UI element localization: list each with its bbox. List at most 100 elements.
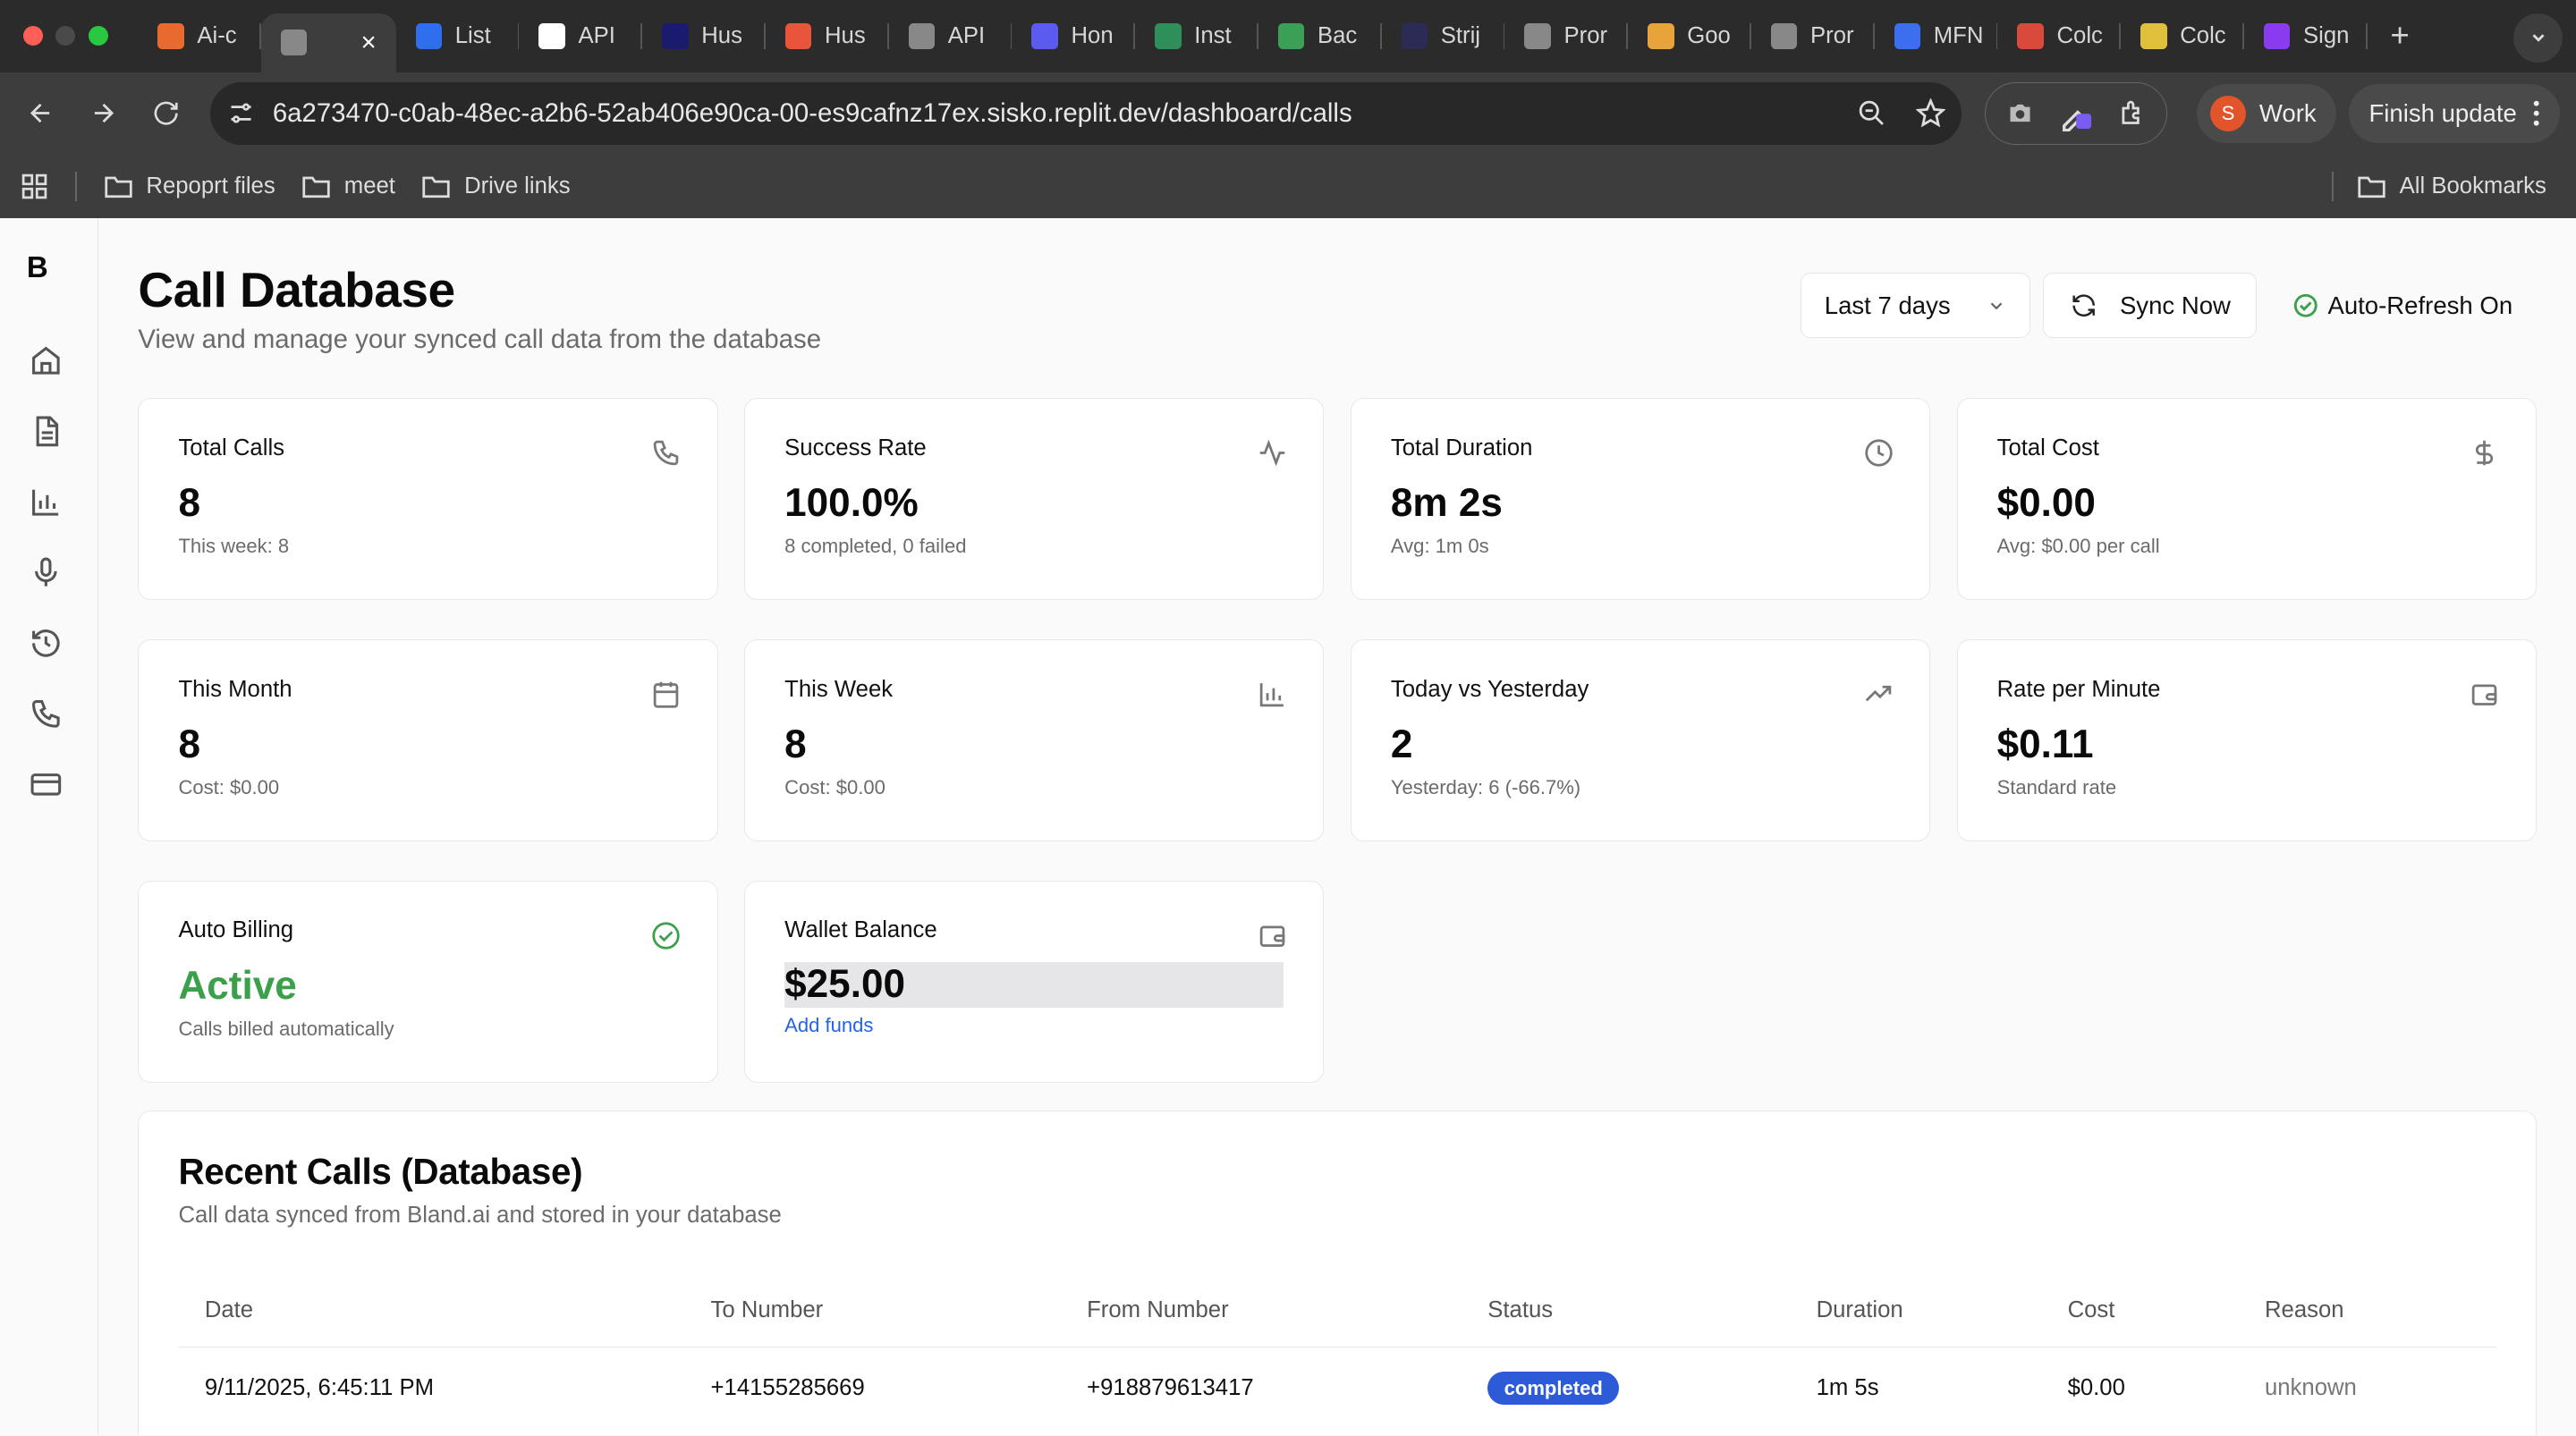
stat-subtext: Cost: $0.00 bbox=[178, 776, 280, 799]
column-header-duration[interactable]: Duration bbox=[1790, 1274, 2042, 1347]
column-header-to-number[interactable]: To Number bbox=[684, 1274, 1061, 1347]
column-header-from-number[interactable]: From Number bbox=[1060, 1274, 1462, 1347]
sidebar-item-calls[interactable] bbox=[30, 697, 63, 731]
browser-tab[interactable]: API bbox=[519, 0, 643, 72]
stat-card: This Week 8 Cost: $0.00 bbox=[744, 639, 1325, 841]
browser-tab[interactable]: Goo bbox=[1628, 0, 1751, 72]
browser-tab[interactable]: Pror bbox=[1751, 0, 1875, 72]
browser-tab[interactable]: MFN bbox=[1875, 0, 1998, 72]
back-button[interactable] bbox=[16, 89, 65, 138]
auto-refresh-label: Auto-Refresh On bbox=[2327, 291, 2513, 319]
forward-button[interactable] bbox=[79, 89, 128, 138]
tab-label: Pror bbox=[1563, 22, 1608, 48]
chevron-down-icon bbox=[2532, 34, 2545, 42]
browser-tab[interactable]: Pror bbox=[1504, 0, 1629, 72]
browser-tab[interactable]: Colc bbox=[2121, 0, 2244, 72]
column-header-cost[interactable]: Cost bbox=[2041, 1274, 2239, 1347]
stat-label: Total Duration bbox=[1390, 435, 1533, 460]
sidebar-item-home[interactable] bbox=[30, 344, 63, 377]
column-header-reason[interactable]: Reason bbox=[2238, 1274, 2496, 1347]
finish-update-button[interactable]: Finish update bbox=[2349, 83, 2560, 143]
url-text[interactable]: 6a273470-c0ab-48ec-a2b6-52ab406e90ca-00-… bbox=[273, 98, 1841, 129]
stat-card: Rate per Minute $0.11 Standard rate bbox=[1956, 639, 2537, 841]
sidebar-item-billing[interactable] bbox=[30, 768, 63, 801]
stat-value: Active bbox=[178, 964, 297, 1009]
zoom-icon[interactable] bbox=[1857, 98, 1886, 128]
minimize-window-button[interactable] bbox=[55, 26, 76, 46]
column-header-status[interactable]: Status bbox=[1461, 1274, 1791, 1347]
stat-card: Total Cost $0.00 Avg: $0.00 per call bbox=[1956, 398, 2537, 601]
divider bbox=[75, 171, 78, 201]
home-icon bbox=[31, 346, 60, 375]
browser-tab[interactable]: Hus bbox=[642, 0, 766, 72]
tab-label: API bbox=[578, 22, 615, 48]
close-window-button[interactable] bbox=[22, 26, 43, 46]
eyedropper-icon[interactable] bbox=[2058, 96, 2094, 131]
browser-tab[interactable]: Colc bbox=[1997, 0, 2122, 72]
app: B Call Database View and manage your syn… bbox=[0, 218, 2576, 1436]
stat-label: This Month bbox=[178, 676, 292, 702]
address-bar[interactable]: 6a273470-c0ab-48ec-a2b6-52ab406e90ca-00-… bbox=[210, 81, 1962, 145]
stat-label: Total Calls bbox=[178, 435, 285, 460]
camera-icon[interactable] bbox=[2005, 98, 2035, 128]
browser-tab[interactable]: × bbox=[261, 13, 396, 72]
maximize-window-button[interactable] bbox=[89, 26, 109, 46]
reload-icon bbox=[154, 101, 178, 125]
browser-tab[interactable]: List bbox=[396, 0, 520, 72]
sidebar-item-documents[interactable] bbox=[30, 415, 63, 448]
tab-search-button[interactable] bbox=[2513, 13, 2563, 63]
tab-label: Sign bbox=[2302, 22, 2350, 48]
sync-now-button[interactable]: Sync Now bbox=[2043, 272, 2257, 339]
profile-button[interactable]: S Work bbox=[2197, 83, 2336, 143]
browser-tab[interactable]: API bbox=[889, 0, 1013, 72]
all-bookmarks-button[interactable]: All Bookmarks bbox=[2357, 173, 2546, 199]
new-tab-button[interactable]: + bbox=[2390, 17, 2409, 55]
stats-grid: Total Calls 8 This week: 8 Success Rate 100.… bbox=[138, 398, 2537, 1083]
arrow-right-icon bbox=[95, 104, 114, 123]
browser-tab[interactable]: Ai-c bbox=[138, 0, 262, 72]
browser-tab[interactable]: Bac bbox=[1258, 0, 1382, 72]
browser-tab[interactable]: Sign bbox=[2244, 0, 2368, 72]
tab-favicon-icon bbox=[1031, 22, 1058, 50]
tab-label: List bbox=[454, 22, 491, 48]
sidebar: B bbox=[0, 218, 99, 1436]
cell-duration: 1m 5s bbox=[1816, 1375, 1879, 1401]
bookmark-folder[interactable]: meet bbox=[301, 173, 395, 199]
stat-card: Wallet Balance $25.00 Add funds bbox=[744, 881, 1325, 1083]
column-header-date[interactable]: Date bbox=[178, 1274, 685, 1347]
sidebar-item-history[interactable] bbox=[30, 627, 63, 660]
folder-icon bbox=[422, 176, 450, 198]
check-circle-icon bbox=[652, 922, 680, 950]
apps-grid-icon[interactable] bbox=[20, 172, 49, 201]
add-funds-link[interactable]: Add funds bbox=[784, 1014, 1284, 1037]
browser-tab[interactable]: Hus bbox=[766, 0, 889, 72]
puzzle-icon[interactable] bbox=[2117, 98, 2147, 128]
folder-icon bbox=[105, 176, 132, 198]
browser-tab[interactable]: Strij bbox=[1382, 0, 1505, 72]
auto-refresh-toggle[interactable]: Auto-Refresh On bbox=[2269, 273, 2537, 338]
dollar-icon bbox=[2476, 440, 2494, 466]
browser-tab[interactable]: Inst bbox=[1135, 0, 1258, 72]
close-tab-icon[interactable]: × bbox=[360, 28, 376, 58]
chevron-down-icon bbox=[1990, 302, 2003, 309]
bookmark-folder[interactable]: Drive links bbox=[421, 173, 571, 199]
bookmark-star-icon[interactable] bbox=[1916, 98, 1946, 128]
folder-icon bbox=[302, 176, 330, 198]
sidebar-nav bbox=[30, 344, 63, 800]
site-settings-icon[interactable] bbox=[226, 98, 256, 128]
tab-favicon-icon bbox=[908, 22, 936, 50]
bookmark-folder[interactable]: Repoprt files bbox=[104, 173, 275, 199]
tab-favicon-icon bbox=[2017, 22, 2044, 50]
table-row[interactable]: 9/11/2025, 6:45:11 PM +14155285669 +9188… bbox=[178, 1347, 2496, 1430]
browser-tab[interactable]: Hon bbox=[1012, 0, 1136, 72]
stat-subtext: Calls billed automatically bbox=[178, 1018, 394, 1041]
reload-button[interactable] bbox=[141, 89, 191, 138]
phone-icon bbox=[31, 699, 60, 728]
window-controls bbox=[0, 26, 138, 46]
sidebar-item-voice[interactable] bbox=[30, 556, 63, 589]
date-range-select[interactable]: Last 7 days bbox=[1801, 272, 2030, 339]
brand-logo[interactable]: B bbox=[27, 251, 48, 285]
sidebar-item-analytics[interactable] bbox=[30, 486, 63, 519]
tab-label: Hon bbox=[1071, 22, 1114, 48]
cell-status: completed bbox=[1462, 1347, 1790, 1430]
